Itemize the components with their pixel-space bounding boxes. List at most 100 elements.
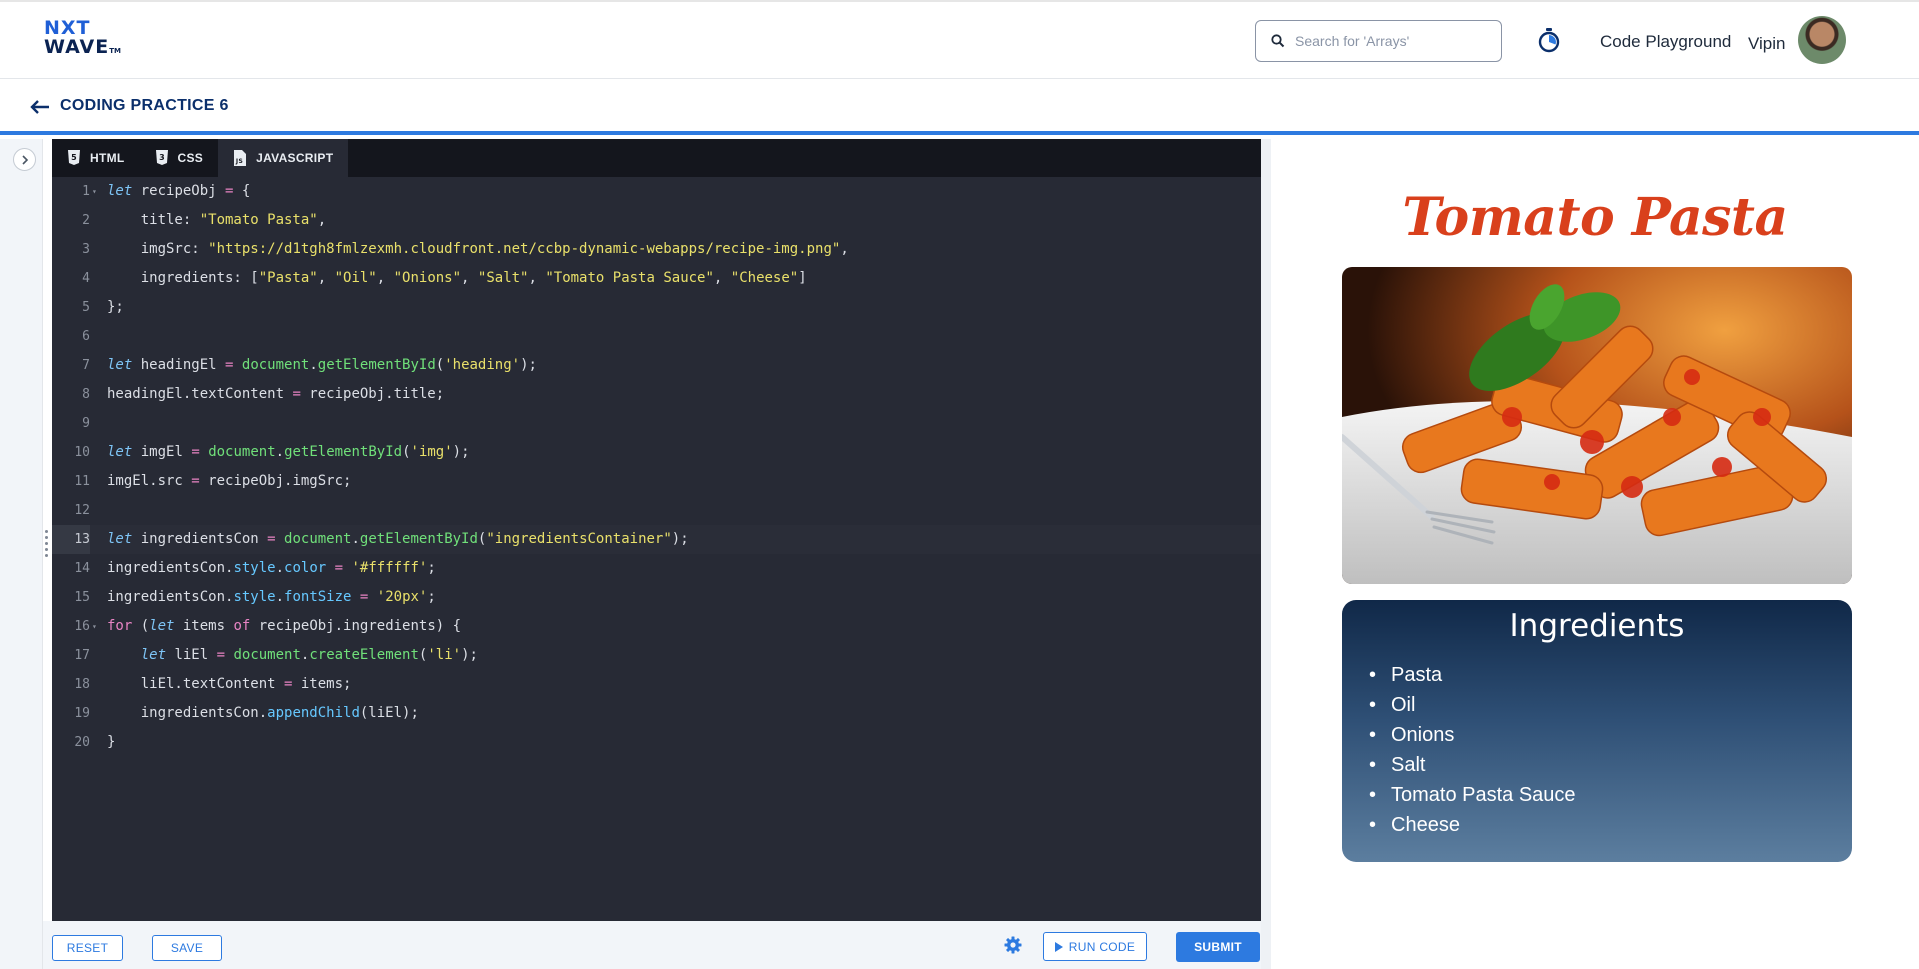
- ingredients-heading: Ingredients: [1509, 608, 1685, 644]
- code-line[interactable]: 19 ingredientsCon.appendChild(liEl);: [52, 699, 1261, 728]
- left-sidebar: [0, 139, 43, 969]
- save-button[interactable]: SAVE: [152, 935, 222, 961]
- code-text: imgEl.src = recipeObj.imgSrc;: [107, 473, 352, 489]
- line-number: 5: [82, 300, 90, 315]
- search-icon: [1271, 34, 1285, 48]
- recipe-heading: Tomato Pasta: [1402, 187, 1788, 248]
- code-text: }: [107, 734, 116, 750]
- js-file-icon: JS: [234, 150, 247, 166]
- code-line[interactable]: 11 imgEl.src = recipeObj.imgSrc;: [52, 467, 1261, 496]
- code-text: ingredientsCon.style.color = '#ffffff';: [107, 560, 436, 576]
- tab-css[interactable]: 3 CSS: [140, 139, 219, 177]
- panel-divider[interactable]: [1261, 139, 1271, 969]
- code-text: ingredientsCon.appendChild(liEl);: [107, 705, 419, 721]
- stopwatch-icon[interactable]: [1536, 27, 1562, 53]
- practice-header: CODING PRACTICE 6: [0, 79, 1919, 135]
- tab-css-label: CSS: [177, 151, 204, 165]
- code-text: liEl.textContent = items;: [107, 676, 352, 692]
- editor-tabs: 5 HTML 3 CSS JS JAVASCRIPT: [52, 139, 1261, 177]
- code-playground-link[interactable]: Code Playground: [1600, 32, 1731, 52]
- line-number: 15: [74, 590, 90, 605]
- code-editor[interactable]: 5 HTML 3 CSS JS JAVASCRIPT 1 ▾ let recipeO…: [52, 139, 1261, 921]
- svg-text:JS: JS: [235, 158, 243, 165]
- ingredients-list: Pasta Oil Onions Salt Tomato Pasta Sauce…: [1369, 660, 1576, 840]
- code-text: for (let items of recipeObj.ingredients)…: [107, 618, 462, 634]
- code-line[interactable]: 4 ingredients: ["Pasta", "Oil", "Onions"…: [52, 264, 1261, 293]
- line-number: 2: [82, 213, 90, 228]
- output-preview: Tomato Pasta Ingredients • Pasta • Oil •…: [1271, 139, 1919, 969]
- code-line[interactable]: 5};: [52, 293, 1261, 322]
- line-number: 20: [74, 735, 90, 750]
- tab-javascript[interactable]: JS JAVASCRIPT: [218, 139, 349, 177]
- line-number: 16: [74, 619, 90, 634]
- list-item: Cheese: [1369, 810, 1576, 840]
- code-line[interactable]: 9: [52, 409, 1261, 438]
- list-item: Salt: [1369, 750, 1576, 780]
- user-name[interactable]: Vipin: [1748, 34, 1786, 54]
- fold-toggle-icon[interactable]: ▾: [92, 177, 97, 206]
- code-line[interactable]: 13 let ingredientsCon = document.getEleme…: [52, 525, 1261, 554]
- code-line[interactable]: 17 let liEl = document.createElement('li…: [52, 641, 1261, 670]
- search-placeholder: Search for 'Arrays': [1295, 33, 1410, 49]
- tab-html[interactable]: 5 HTML: [52, 139, 140, 177]
- code-line[interactable]: 10 let imgEl = document.getElementById('i…: [52, 438, 1261, 467]
- code-line[interactable]: 6: [52, 322, 1261, 351]
- reset-button[interactable]: RESET: [52, 935, 123, 961]
- line-number: 3: [82, 242, 90, 257]
- code-line[interactable]: 15 ingredientsCon.style.fontSize = '20px'…: [52, 583, 1261, 612]
- code-area[interactable]: 1 ▾ let recipeObj = {2 title: "Tomato Past…: [52, 177, 1261, 757]
- recipe-image: [1342, 267, 1852, 584]
- svg-text:5: 5: [71, 153, 77, 162]
- line-number: 11: [74, 474, 90, 489]
- code-text: ingredients: ["Pasta", "Oil", "Onions", …: [107, 270, 807, 286]
- code-line[interactable]: 20}: [52, 728, 1261, 757]
- editor-toolbar: RESET SAVE RUN CODE SUBMIT: [43, 921, 1269, 969]
- code-text: headingEl.textContent = recipeObj.title;: [107, 386, 445, 402]
- run-code-button[interactable]: RUN CODE: [1043, 932, 1147, 961]
- code-line[interactable]: 16 ▾ for (let items of recipeObj.ingredien…: [52, 612, 1261, 641]
- code-line[interactable]: 8 headingEl.textContent = recipeObj.title…: [52, 380, 1261, 409]
- back-arrow-icon[interactable]: [30, 99, 50, 115]
- editor-resize-handle-left[interactable]: [45, 530, 49, 570]
- fold-toggle-icon[interactable]: ▾: [92, 612, 97, 641]
- tab-html-label: HTML: [90, 151, 125, 165]
- code-line[interactable]: 3 imgSrc: "https://d1tgh8fmlzexmh.cloudf…: [52, 235, 1261, 264]
- line-number: 6: [82, 329, 90, 344]
- submit-button[interactable]: SUBMIT: [1176, 932, 1260, 962]
- code-line[interactable]: 2 title: "Tomato Pasta",: [52, 206, 1261, 235]
- css3-icon: 3: [155, 150, 168, 165]
- code-line[interactable]: 7 let headingEl = document.getElementById…: [52, 351, 1261, 380]
- settings-gear-icon[interactable]: [1004, 936, 1022, 954]
- nxtwave-logo[interactable]: NXT WAVETM: [44, 19, 121, 61]
- code-line[interactable]: 12: [52, 496, 1261, 525]
- line-number: 13: [52, 525, 90, 554]
- line-number: 7: [82, 358, 90, 373]
- logo-tm: TM: [109, 47, 121, 55]
- code-text: let ingredientsCon = document.getElement…: [107, 531, 689, 547]
- line-number: 14: [74, 561, 90, 576]
- code-line[interactable]: 14 ingredientsCon.style.color = '#ffffff'…: [52, 554, 1261, 583]
- code-line[interactable]: 1 ▾ let recipeObj = {: [52, 177, 1261, 206]
- code-text: let liEl = document.createElement('li');: [140, 647, 478, 663]
- line-number: 8: [82, 387, 90, 402]
- ingredients-container: Ingredients Pasta Oil Onions Salt Tomato…: [1342, 600, 1852, 862]
- line-number: 4: [82, 271, 90, 286]
- line-number: 12: [74, 503, 90, 518]
- page-title: CODING PRACTICE 6: [60, 97, 229, 114]
- code-text: title: "Tomato Pasta",: [107, 212, 327, 228]
- chevron-right-icon: [21, 154, 28, 165]
- tab-javascript-label: JAVASCRIPT: [256, 151, 334, 165]
- line-number: 10: [74, 445, 90, 460]
- line-number: 19: [74, 706, 90, 721]
- search-input[interactable]: Search for 'Arrays': [1255, 20, 1502, 62]
- expand-sidebar-button[interactable]: [13, 148, 36, 171]
- list-item: Pasta: [1369, 660, 1576, 690]
- play-icon: [1054, 941, 1063, 952]
- line-number: 1: [82, 184, 90, 199]
- top-header: NXT WAVETM Search for 'Arrays' Code Play…: [0, 0, 1919, 79]
- list-item: Onions: [1369, 720, 1576, 750]
- avatar[interactable]: [1798, 16, 1846, 64]
- code-text: let imgEl = document.getElementById('img…: [107, 444, 470, 460]
- code-text: let recipeObj = {: [107, 183, 251, 199]
- code-line[interactable]: 18 liEl.textContent = items;: [52, 670, 1261, 699]
